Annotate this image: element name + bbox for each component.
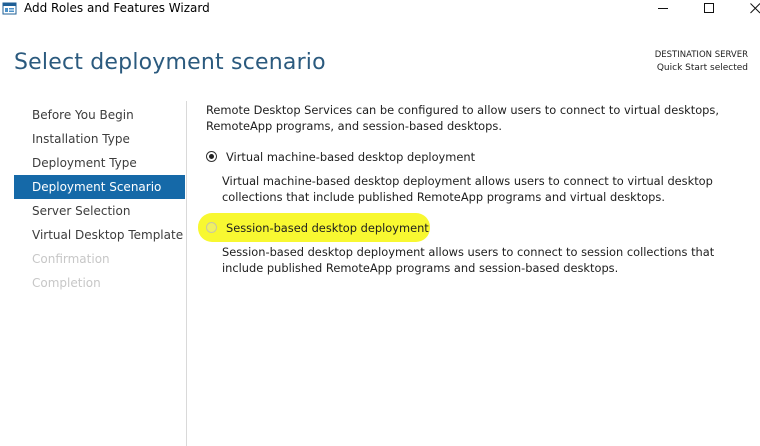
nav-item-confirmation: Confirmation	[32, 252, 110, 266]
session-based-radio[interactable]	[206, 222, 217, 233]
page-title: Select deployment scenario	[14, 50, 326, 75]
maximize-icon	[704, 3, 714, 13]
destination-server-label: DESTINATION SERVER	[654, 50, 748, 60]
title-bar: Add Roles and Features Wizard	[0, 0, 760, 18]
vm-based-description: Virtual machine-based desktop deployment…	[222, 174, 713, 204]
nav-item-server-selection[interactable]: Server Selection	[14, 199, 185, 223]
minimize-button[interactable]	[640, 0, 686, 18]
nav-item-deployment-scenario[interactable]: Deployment Scenario	[14, 175, 185, 199]
nav-divider	[186, 101, 187, 446]
nav-item-completion: Completion	[32, 276, 101, 290]
window-title: Add Roles and Features Wizard	[24, 1, 210, 15]
nav-item-installation-type[interactable]: Installation Type	[14, 127, 185, 151]
wizard-steps-nav: Before You Begin Installation Type Deplo…	[14, 103, 185, 295]
session-based-description: Session-based desktop deployment allows …	[222, 245, 715, 275]
session-based-option-label[interactable]: Session-based desktop deployment	[226, 220, 429, 236]
destination-server-value: Quick Start selected	[656, 63, 748, 73]
radio-selected-dot	[209, 154, 214, 159]
vm-based-option-label[interactable]: Virtual machine-based desktop deployment	[226, 149, 475, 165]
close-icon	[750, 3, 760, 14]
wizard-window: Add Roles and Features Wizard Select dep…	[0, 0, 760, 446]
server-manager-icon	[2, 1, 18, 16]
vm-based-radio[interactable]	[206, 151, 217, 162]
nav-item-virtual-desktop-template[interactable]: Virtual Desktop Template	[14, 223, 185, 247]
close-button[interactable]	[732, 0, 760, 18]
minimize-icon	[658, 8, 668, 9]
maximize-button[interactable]	[686, 0, 732, 18]
nav-item-before-you-begin[interactable]: Before You Begin	[14, 103, 185, 127]
nav-item-deployment-type[interactable]: Deployment Type	[14, 151, 185, 175]
intro-text: Remote Desktop Services can be configure…	[206, 103, 719, 133]
